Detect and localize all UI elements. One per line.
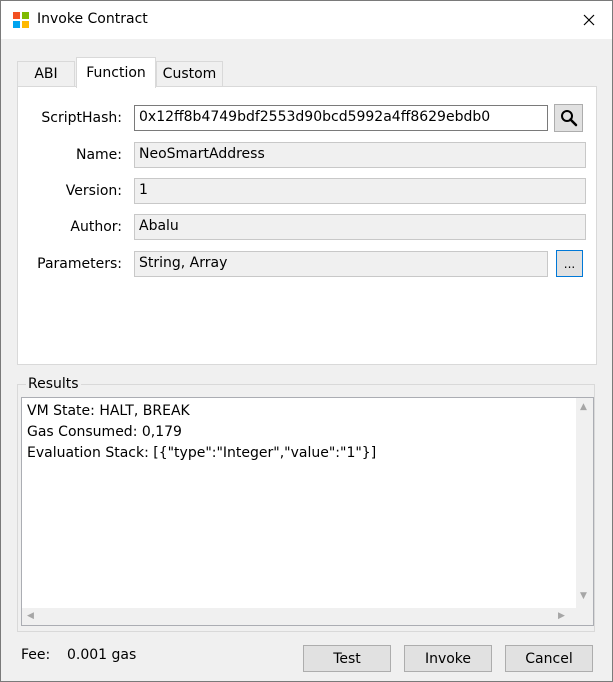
- author-label: Author:: [70, 219, 122, 235]
- result-line-evaluation-stack: Evaluation Stack: [{"type":"Integer","va…: [27, 445, 377, 461]
- result-line-vm-state: VM State: HALT, BREAK: [27, 403, 190, 419]
- window-title: Invoke Contract: [37, 11, 148, 27]
- results-textarea[interactable]: VM State: HALT, BREAK Gas Consumed: 0,17…: [21, 397, 594, 626]
- name-field: NeoSmartAddress: [134, 142, 586, 168]
- scrollbar-corner: [576, 608, 593, 625]
- parameters-button-label: ...: [563, 256, 576, 271]
- version-field: 1: [134, 178, 586, 204]
- parameters-label: Parameters:: [37, 256, 122, 272]
- tab-abi-label: ABI: [34, 66, 58, 82]
- version-value: 1: [139, 182, 148, 198]
- search-icon: [560, 110, 577, 127]
- fee-label: Fee:: [21, 647, 51, 663]
- parameters-value: String, Array: [139, 255, 228, 271]
- test-button-label: Test: [333, 650, 361, 667]
- scripthash-input[interactable]: 0x12ff8b4749bdf2553d90bcd5992a4ff8629ebd…: [134, 105, 548, 131]
- app-window-icon: [13, 12, 29, 28]
- name-label: Name:: [75, 147, 122, 163]
- results-group-label: Results: [26, 376, 81, 392]
- fee-value: 0.001 gas: [67, 647, 137, 663]
- scroll-down-arrow-icon[interactable]: ▼: [580, 592, 587, 601]
- tab-abi[interactable]: ABI: [17, 61, 75, 86]
- invoke-button-label: Invoke: [424, 650, 472, 667]
- close-button[interactable]: [566, 1, 612, 39]
- scroll-left-arrow-icon[interactable]: ◀: [27, 612, 34, 621]
- parameters-edit-button[interactable]: ...: [556, 250, 583, 277]
- results-horizontal-scrollbar[interactable]: ◀ ▶: [22, 608, 576, 625]
- version-label: Version:: [65, 183, 122, 199]
- tab-custom[interactable]: Custom: [156, 61, 223, 86]
- search-button[interactable]: [554, 104, 583, 132]
- scripthash-label: ScriptHash:: [41, 110, 122, 126]
- parameters-field: String, Array: [134, 251, 548, 277]
- tab-custom-label: Custom: [162, 66, 217, 82]
- cancel-button[interactable]: Cancel: [505, 645, 593, 672]
- tab-function[interactable]: Function: [76, 57, 156, 88]
- cancel-button-label: Cancel: [525, 650, 573, 667]
- author-value: Abalu: [139, 218, 179, 234]
- test-button[interactable]: Test: [303, 645, 391, 672]
- invoke-contract-dialog: Invoke Contract ABI Function Custom Scri…: [0, 0, 613, 682]
- author-field: Abalu: [134, 214, 586, 240]
- name-value: NeoSmartAddress: [139, 146, 265, 162]
- scripthash-value: 0x12ff8b4749bdf2553d90bcd5992a4ff8629ebd…: [139, 109, 491, 125]
- tab-function-label: Function: [86, 65, 146, 81]
- invoke-button[interactable]: Invoke: [404, 645, 492, 672]
- scroll-up-arrow-icon[interactable]: ▲: [580, 403, 587, 412]
- result-line-gas-consumed: Gas Consumed: 0,179: [27, 424, 182, 440]
- title-bar[interactable]: Invoke Contract: [1, 1, 612, 39]
- scroll-right-arrow-icon[interactable]: ▶: [558, 612, 565, 621]
- close-icon: [583, 14, 595, 26]
- function-tab-panel: ScriptHash: 0x12ff8b4749bdf2553d90bcd599…: [17, 86, 597, 365]
- results-vertical-scrollbar[interactable]: ▲ ▼: [576, 398, 593, 608]
